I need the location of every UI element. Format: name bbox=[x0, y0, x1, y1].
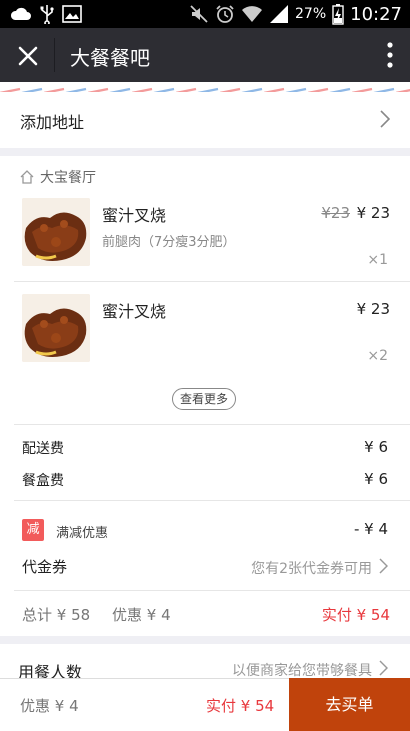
promo-value: - ¥ 4 bbox=[353, 520, 388, 538]
battery-percent: 27% bbox=[295, 6, 327, 22]
dish-name: 蜜汁叉烧 bbox=[102, 302, 167, 321]
promo-label: 满减优惠 bbox=[56, 526, 109, 541]
order-paid: 实付 ¥ 54 bbox=[321, 606, 390, 624]
divider bbox=[14, 281, 410, 282]
box-fee-row: 餐盒费 ¥ 6 bbox=[22, 470, 388, 490]
fee-value: ¥ 6 bbox=[364, 470, 388, 488]
status-bar: 27% 10:27 bbox=[0, 0, 410, 28]
mute-icon bbox=[190, 5, 208, 23]
voucher-label: 代金券 bbox=[22, 558, 68, 576]
chevron-right-icon bbox=[379, 660, 388, 676]
home-icon bbox=[20, 170, 34, 184]
order-item: 蜜汁叉烧 前腿肉（7分瘦3分肥） ¥23 ¥ 23 ×1 bbox=[0, 198, 410, 294]
status-bar-notifications bbox=[10, 4, 82, 24]
wifi-icon bbox=[242, 6, 262, 22]
title-divider bbox=[54, 38, 55, 72]
dish-image bbox=[22, 198, 90, 266]
dish-name: 蜜汁叉烧 bbox=[102, 206, 167, 225]
restaurant-header: 大宝餐厅 bbox=[20, 167, 96, 187]
cloud-icon bbox=[10, 7, 31, 20]
see-more-button[interactable]: 查看更多 bbox=[172, 388, 236, 410]
more-vertical-icon bbox=[387, 42, 393, 68]
signal-icon bbox=[270, 5, 288, 23]
airmail-border bbox=[0, 82, 410, 92]
order-card: 大宝餐厅 蜜汁叉烧 前腿肉（7分瘦3分肥） ¥23 ¥ 23 ×1 蜜汁叉烧 ¥… bbox=[0, 156, 410, 636]
order-total: 总计 ¥ 58 bbox=[22, 606, 91, 624]
fee-label: 配送费 bbox=[22, 441, 64, 457]
voucher-row[interactable]: 代金券 您有2张代金券可用 bbox=[0, 548, 410, 582]
add-address-row[interactable]: 添加地址 bbox=[0, 92, 410, 148]
divider bbox=[14, 424, 410, 425]
diners-row[interactable]: 用餐人数 以便商家给您带够餐具 bbox=[0, 644, 410, 682]
title-bar: 大餐餐吧 bbox=[0, 28, 410, 82]
divider bbox=[14, 500, 410, 501]
usb-icon bbox=[40, 5, 54, 24]
order-discount: 优惠 ¥ 4 bbox=[112, 606, 171, 624]
image-icon bbox=[62, 5, 82, 23]
dish-price: ¥ 23 bbox=[356, 204, 390, 222]
fee-label: 餐盒费 bbox=[22, 473, 64, 489]
dish-spec: 前腿肉（7分瘦3分肥） bbox=[102, 235, 236, 250]
dish-price: ¥ 23 bbox=[356, 300, 390, 318]
dish-image bbox=[22, 294, 90, 362]
dish-quantity: ×1 bbox=[367, 252, 388, 268]
alarm-icon bbox=[216, 5, 234, 23]
clock: 10:27 bbox=[350, 3, 402, 25]
bottom-paid: 实付 ¥ 54 bbox=[206, 697, 275, 715]
close-icon bbox=[18, 46, 38, 66]
restaurant-name: 大宝餐厅 bbox=[40, 170, 96, 186]
chevron-right-icon bbox=[380, 110, 390, 128]
fee-value: ¥ 6 bbox=[364, 438, 388, 456]
order-item: 蜜汁叉烧 ¥ 23 ×2 bbox=[0, 294, 410, 390]
close-button[interactable] bbox=[14, 42, 42, 70]
diners-hint: 以便商家给您带够餐具 bbox=[232, 663, 372, 679]
battery-charging-icon bbox=[332, 4, 344, 25]
page-title: 大餐餐吧 bbox=[70, 46, 150, 70]
chevron-right-icon bbox=[379, 558, 388, 574]
delivery-fee-row: 配送费 ¥ 6 bbox=[22, 438, 388, 458]
divider bbox=[14, 590, 410, 591]
checkout-button[interactable]: 去买单 bbox=[289, 678, 410, 731]
more-menu-button[interactable] bbox=[386, 41, 394, 69]
discount-badge: 减 bbox=[22, 519, 44, 541]
status-bar-system: 27% 10:27 bbox=[189, 3, 402, 25]
bottom-discount: 优惠 ¥ 4 bbox=[20, 697, 79, 715]
checkout-bar: 优惠 ¥ 4 实付 ¥ 54 去买单 bbox=[0, 678, 410, 731]
dish-quantity: ×2 bbox=[367, 348, 388, 364]
add-address-label: 添加地址 bbox=[20, 113, 85, 132]
dish-original-price: ¥23 bbox=[321, 204, 350, 222]
voucher-hint: 您有2张代金券可用 bbox=[251, 561, 372, 577]
